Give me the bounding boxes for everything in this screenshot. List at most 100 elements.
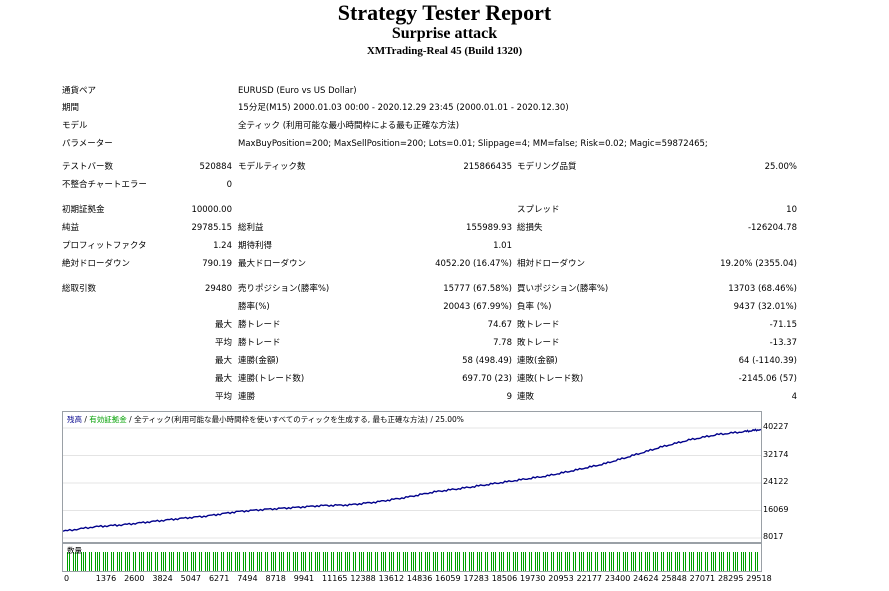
volume-bar bbox=[207, 552, 208, 571]
winrate-label: 勝率(%) bbox=[238, 302, 270, 312]
volume-bar bbox=[677, 552, 678, 571]
volume-bar bbox=[623, 552, 624, 571]
deposit-value: 10000.00 bbox=[191, 205, 232, 215]
volume-bar bbox=[289, 552, 290, 571]
quality-label: モデリング品質 bbox=[517, 162, 577, 172]
x-tick-label: 24624 bbox=[633, 574, 659, 583]
volume-bar bbox=[745, 552, 746, 571]
volume-bar bbox=[265, 552, 266, 571]
average-prefix: 平均 bbox=[214, 338, 232, 348]
volume-bar bbox=[463, 552, 464, 571]
volume-bar bbox=[111, 552, 112, 571]
volume-bar bbox=[433, 552, 434, 571]
lossrate-value: 9437 (32.01%) bbox=[733, 302, 797, 312]
volume-bar bbox=[171, 552, 172, 571]
max-consec-losses-value: 64 (-1140.39) bbox=[738, 356, 797, 366]
volume-bar bbox=[215, 552, 216, 571]
volume-bar bbox=[491, 552, 492, 571]
volume-bar bbox=[551, 552, 552, 571]
x-tick-label: 11165 bbox=[322, 574, 348, 583]
model-label: モデル bbox=[62, 121, 88, 131]
volume-bar bbox=[581, 552, 582, 571]
volume-bar bbox=[647, 552, 648, 571]
long-value: 13703 (68.46%) bbox=[728, 284, 797, 294]
volume-bar bbox=[503, 552, 504, 571]
largest-loss-label: 敗トレード bbox=[517, 320, 560, 330]
trades-value: 29480 bbox=[204, 284, 232, 294]
volume-bar bbox=[239, 552, 240, 571]
volume-bar bbox=[579, 552, 580, 571]
volume-bar bbox=[259, 552, 260, 571]
x-tick-label: 1376 bbox=[95, 574, 117, 583]
legend-balance: 残高 bbox=[67, 415, 82, 424]
x-tick-label: 5047 bbox=[180, 574, 201, 583]
volume-bar bbox=[641, 552, 642, 571]
volume-bar bbox=[559, 552, 560, 571]
short-label: 売りポジション(勝率%) bbox=[238, 284, 330, 294]
volume-bar bbox=[419, 552, 420, 571]
volume-bar bbox=[653, 552, 654, 571]
volume-bar bbox=[191, 552, 192, 571]
volume-bar bbox=[217, 552, 218, 571]
volume-bar bbox=[517, 552, 518, 571]
volume-bar bbox=[151, 552, 152, 571]
expected-label: 期待利得 bbox=[238, 241, 273, 251]
volume-bar bbox=[477, 552, 478, 571]
volume-bar bbox=[685, 552, 686, 571]
largest-win-value: 74.67 bbox=[487, 320, 512, 330]
volume-bar bbox=[371, 552, 372, 571]
period-label: 期間 bbox=[62, 103, 80, 113]
max-consec-profit-value: 697.70 (23) bbox=[462, 374, 512, 384]
volume-bar bbox=[649, 552, 650, 571]
volume-bar bbox=[279, 552, 280, 571]
volume-bar bbox=[713, 552, 714, 571]
volume-bar bbox=[201, 552, 202, 571]
volume-bar bbox=[627, 552, 628, 571]
volume-bar bbox=[573, 552, 574, 571]
volume-bar bbox=[375, 552, 376, 571]
max-consec-trades-prefix: 最大 bbox=[214, 374, 232, 384]
symbol-value: EURUSD (Euro vs US Dollar) bbox=[238, 86, 357, 96]
volume-bar bbox=[729, 552, 730, 571]
volume-bar bbox=[195, 552, 196, 571]
volume-bar bbox=[633, 552, 634, 571]
volume-bar bbox=[455, 552, 456, 571]
report-build: XMTrading-Real 45 (Build 1320) bbox=[366, 45, 523, 57]
params-value: MaxBuyPosition=200; MaxSellPosition=200;… bbox=[238, 139, 708, 149]
avg-win-label: 勝トレード bbox=[238, 338, 281, 348]
spread-label: スプレッド bbox=[517, 205, 560, 215]
volume-bar bbox=[337, 552, 338, 571]
volume-bar bbox=[177, 552, 178, 571]
volume-bar bbox=[617, 552, 618, 571]
volume-bar bbox=[631, 552, 632, 571]
volume-bar bbox=[663, 552, 664, 571]
volume-bar bbox=[391, 552, 392, 571]
volume-bar bbox=[447, 552, 448, 571]
volume-bar bbox=[539, 552, 540, 571]
x-tick-label: 20953 bbox=[548, 574, 574, 583]
x-tick-label: 2600 bbox=[124, 574, 145, 583]
volume-bar bbox=[99, 552, 100, 571]
volume-bar bbox=[543, 552, 544, 571]
volume-bar bbox=[743, 552, 744, 571]
volume-bar bbox=[479, 552, 480, 571]
volume-bar bbox=[117, 552, 118, 571]
x-tick-label: 22177 bbox=[576, 574, 603, 583]
volume-bar bbox=[443, 552, 444, 571]
volume-bar bbox=[367, 552, 368, 571]
avg-consec-prefix: 平均 bbox=[214, 392, 232, 402]
volume-bar bbox=[353, 552, 354, 571]
volume-bar bbox=[521, 552, 522, 571]
reldd-label: 相対ドローダウン bbox=[517, 259, 586, 269]
volume-bar bbox=[105, 552, 106, 571]
volume-bar bbox=[449, 552, 450, 571]
volume-bar bbox=[113, 552, 114, 571]
volume-bar bbox=[657, 552, 658, 571]
volume-bar bbox=[347, 552, 348, 571]
params-label: パラメーター bbox=[62, 139, 113, 149]
volume-bar bbox=[407, 552, 408, 571]
volume-bar bbox=[127, 552, 128, 571]
volume-bar bbox=[679, 552, 680, 571]
x-tick-label: 0 bbox=[64, 574, 70, 583]
volume-bar bbox=[183, 552, 184, 571]
